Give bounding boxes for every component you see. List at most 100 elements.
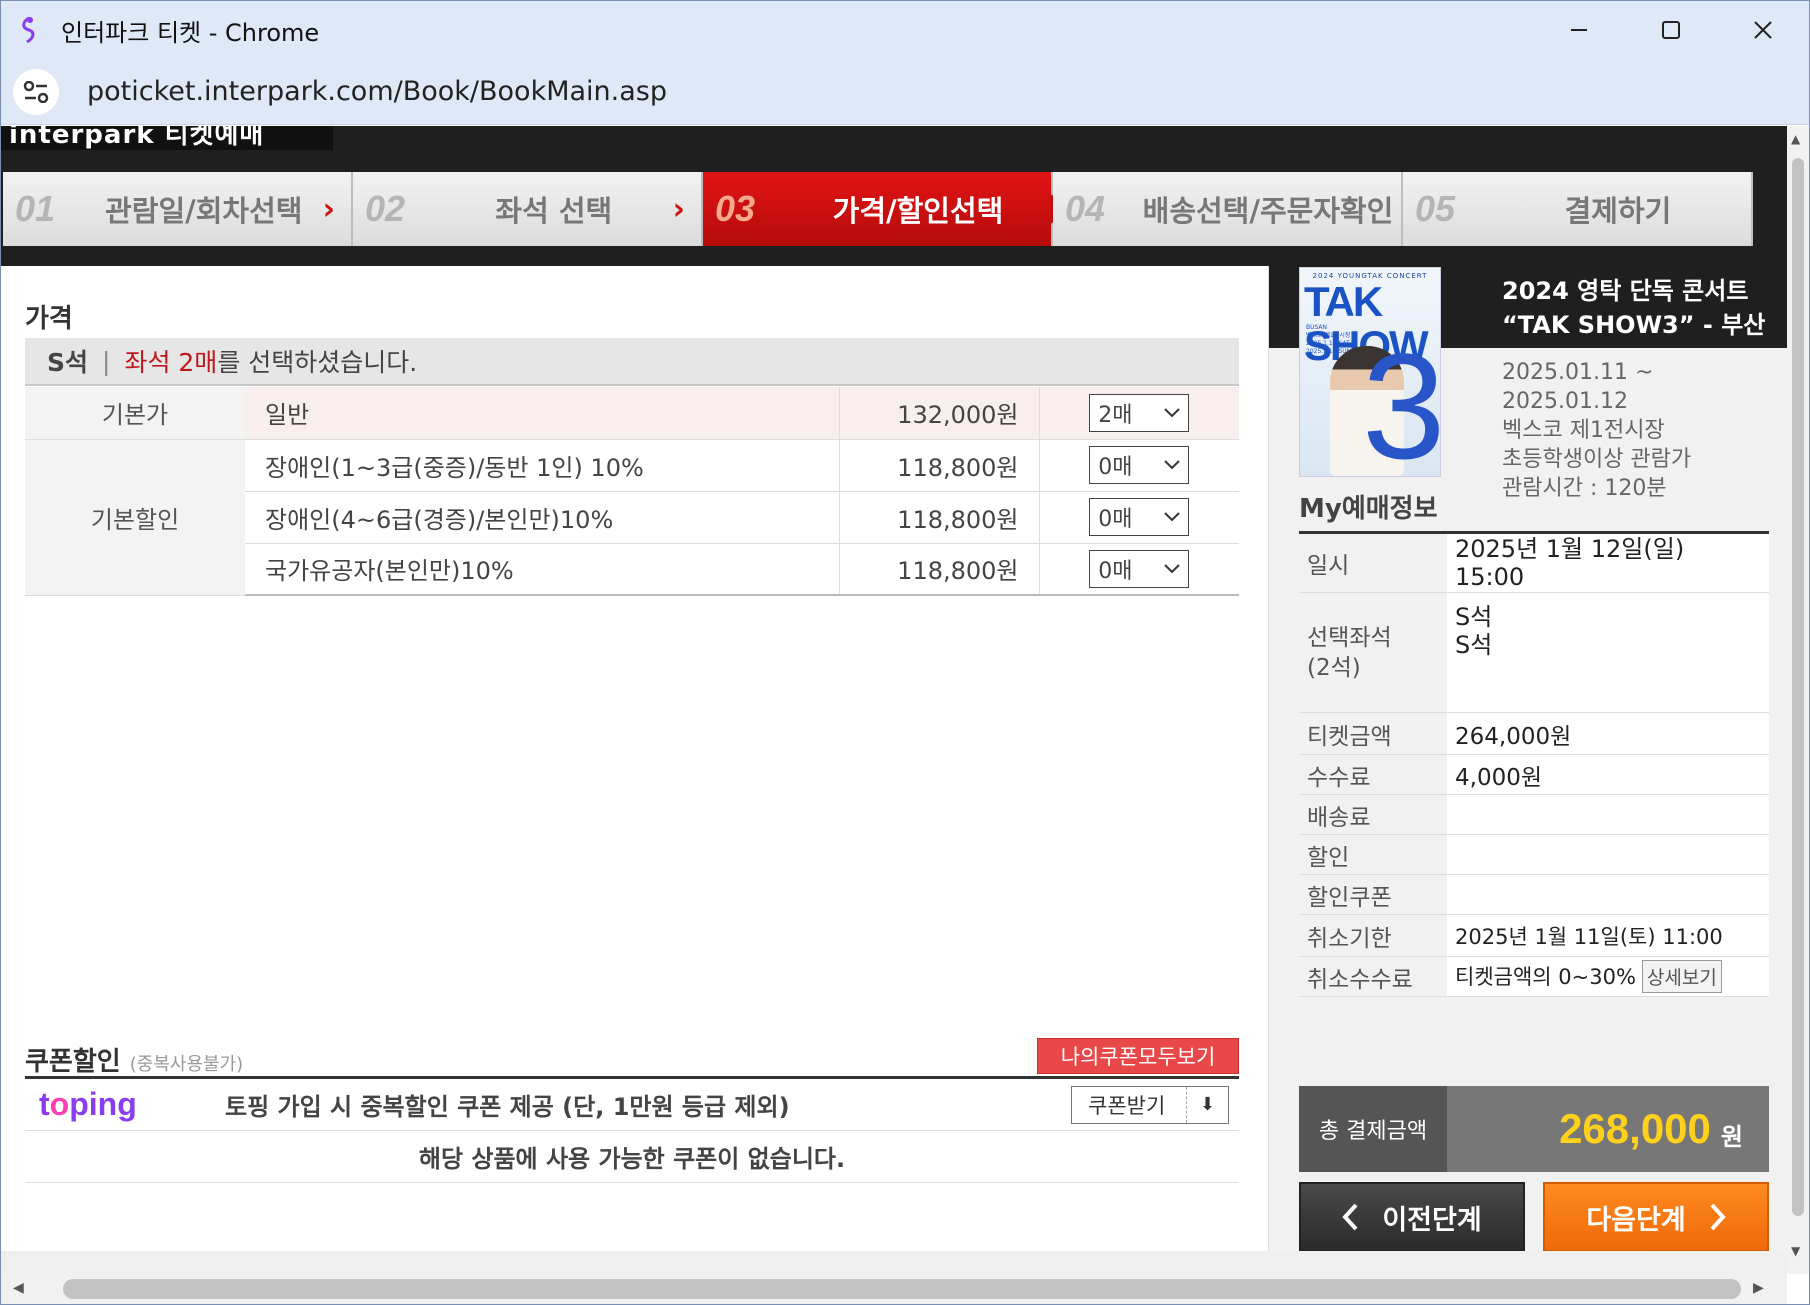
step-3-price[interactable]: 03 가격/할인선택 <box>703 172 1067 246</box>
scroll-down-icon[interactable]: ▼ <box>1791 1244 1800 1258</box>
datetime-label: 일시 <box>1299 532 1447 593</box>
total-amount: 268,000 <box>1559 1105 1711 1152</box>
url-text[interactable]: poticket.interpark.com/Book/BookMain.asp <box>87 76 667 107</box>
price-value: 118,800원 <box>838 491 1040 544</box>
table-row: 할인쿠폰 <box>1299 874 1769 915</box>
table-row: 기본가 일반 132,000원 2매 <box>25 387 1239 440</box>
step-1-date[interactable]: 01 관람일/회차선택 › <box>3 172 353 246</box>
chevron-down-icon <box>1164 460 1180 470</box>
get-coupon-button[interactable]: 쿠폰받기 ⬇ <box>1071 1085 1229 1124</box>
window-title: 인터파크 티켓 - Chrome <box>61 18 320 47</box>
vertical-scrollbar[interactable]: ▲ ▼ <box>1787 126 1809 1274</box>
datetime-value: 2025년 1월 12일(일) 15:00 <box>1447 532 1769 593</box>
booking-header: interpark 티켓예매 01 관람일/회차선택 › 02 좌석 선택 › … <box>1 126 1787 266</box>
datetime-time: 15:00 <box>1455 563 1525 591</box>
selected-count: 좌석 2매 <box>124 348 218 377</box>
list-item: toping 토핑 가입 시 중복할인 쿠폰 제공 (단, 1만원 등급 제외)… <box>25 1079 1239 1131</box>
ticket-amount-value: 264,000원 <box>1447 712 1769 755</box>
performance-info: 2025.01.11 ~ 2025.01.12 벡스코 제1전시장 초등학생이상… <box>1502 358 1691 503</box>
quantity-select[interactable]: 0매 <box>1089 446 1190 484</box>
performance-runtime: 관람시간 : 120분 <box>1502 476 1667 501</box>
performance-title: 2024 영탁 단독 콘서트 “TAK SHOW3” - 부산 <box>1502 274 1772 342</box>
my-booking-table: 일시 2025년 1월 12일(일) 15:00 선택좌석 (2석) S석 S석 티켓… <box>1299 531 1769 997</box>
chevron-right-icon: › <box>672 191 685 227</box>
list-item: 해당 상품에 사용 가능한 쿠폰이 없습니다. <box>25 1131 1239 1183</box>
datetime-date: 2025년 1월 12일(일) <box>1455 535 1685 563</box>
site-info-icon[interactable] <box>13 68 59 115</box>
step-5-payment[interactable]: 05 결제하기 <box>1403 172 1753 246</box>
detail-button[interactable]: 상세보기 <box>1641 960 1722 993</box>
page-bottom-gap <box>1 1251 1787 1274</box>
seat-label-line2: (2석) <box>1307 654 1361 681</box>
quantity-value: 2매 <box>1098 402 1133 428</box>
total-label: 총 결제금액 <box>1299 1086 1447 1172</box>
no-coupon-message: 해당 상품에 사용 가능한 쿠폰이 없습니다. <box>418 1145 846 1173</box>
step-label: 가격/할인선택 <box>832 194 1004 228</box>
discount-coupon-label: 할인쿠폰 <box>1299 874 1447 915</box>
interpark-logo: interpark 티켓예매 <box>1 126 333 150</box>
next-step-button[interactable]: 다음단계 <box>1543 1182 1769 1252</box>
seat-value-2: S석 <box>1455 631 1493 659</box>
chevron-left-icon <box>1342 1203 1358 1231</box>
delivery-fee-label: 배송료 <box>1299 794 1447 835</box>
table-row: 배송료 <box>1299 794 1769 835</box>
price-panel: 가격 S석 | 좌석 2매 를 선택하셨습니다. 기본가 일반 132,000원… <box>3 266 1269 1251</box>
performance-age: 초등학생이상 관람가 <box>1502 447 1692 472</box>
delivery-fee-value <box>1447 794 1769 835</box>
discount-value <box>1447 834 1769 875</box>
my-booking-title: My예매정보 <box>1299 494 1438 524</box>
price-name: 일반 <box>245 387 839 440</box>
next-step-label: 다음단계 <box>1586 1204 1686 1236</box>
seat-value: S석 S석 <box>1447 592 1769 713</box>
quantity-select[interactable]: 0매 <box>1089 498 1190 536</box>
toping-logo-rest: ping <box>69 1086 137 1122</box>
maximize-icon[interactable] <box>1625 1 1717 59</box>
chevron-right-icon: › <box>322 191 335 227</box>
cancel-fee-label: 취소수수료 <box>1299 956 1447 997</box>
address-bar: poticket.interpark.com/Book/BookMain.asp <box>1 59 1809 125</box>
toping-logo-t: t <box>39 1086 50 1122</box>
quantity-select[interactable]: 0매 <box>1089 549 1190 588</box>
download-icon: ⬇ <box>1186 1086 1228 1123</box>
toping-promo-text: 토핑 가입 시 중복할인 쿠폰 제공 (단, 1만원 등급 제외) <box>225 1093 790 1121</box>
divider: | <box>102 346 111 376</box>
seat-value-1: S석 <box>1455 603 1493 631</box>
step-number: 05 <box>1415 188 1456 229</box>
performance-poster: 2024 YOUNGTAK CONCERT TAK SHOW BUSAN 벡스코… <box>1299 267 1441 477</box>
coupon-title-text: 쿠폰할인 <box>25 1047 121 1077</box>
cancel-deadline-value: 2025년 1월 11일(토) 11:00 <box>1447 914 1769 957</box>
step-4-delivery[interactable]: 04 배송선택/주문자확인 <box>1053 172 1403 246</box>
step-label: 배송선택/주문자확인 <box>1142 194 1394 228</box>
ticket-amount-label: 티켓금액 <box>1299 712 1447 755</box>
total-unit: 원 <box>1720 1122 1743 1151</box>
step-navigation: 이전단계 다음단계 <box>1299 1182 1769 1252</box>
seat-grade: S석 <box>47 348 89 377</box>
step-label: 결제하기 <box>1564 194 1672 228</box>
quantity-select[interactable]: 2매 <box>1089 393 1190 432</box>
title-bar: 인터파크 티켓 - Chrome <box>1 1 1809 59</box>
performance-title-line2: “TAK SHOW3” - 부산 <box>1502 311 1766 339</box>
booking-summary-panel: 2024 YOUNGTAK CONCERT TAK SHOW BUSAN 벡스코… <box>1269 266 1787 1252</box>
total-payment: 총 결제금액 268,000 원 <box>1299 1086 1769 1172</box>
poster-small-text: BUSAN 벡스코 제1전시장 2025.1.11 SAT 2025.1.12 … <box>1306 324 1351 355</box>
step-number: 02 <box>365 188 406 229</box>
scroll-right-icon[interactable]: ▶ <box>1753 1280 1764 1296</box>
scroll-left-icon[interactable]: ◀ <box>13 1280 24 1296</box>
table-row: 할인 <box>1299 834 1769 875</box>
table-row: 취소기한 2025년 1월 11일(토) 11:00 <box>1299 914 1769 957</box>
poster-number: 3 <box>1362 322 1441 477</box>
horizontal-scroll-thumb[interactable] <box>63 1279 1741 1299</box>
previous-step-button[interactable]: 이전단계 <box>1299 1182 1525 1252</box>
get-coupon-label: 쿠폰받기 <box>1088 1093 1166 1118</box>
vertical-scroll-thumb[interactable] <box>1792 158 1804 1216</box>
close-icon[interactable] <box>1717 1 1809 59</box>
booking-steps: 01 관람일/회차선택 › 02 좌석 선택 › 03 가격/할인선택 04 배… <box>3 172 1755 246</box>
step-2-seat[interactable]: 02 좌석 선택 › <box>353 172 703 246</box>
all-coupons-button[interactable]: 나의쿠폰모두보기 <box>1037 1038 1239 1074</box>
scroll-up-icon[interactable]: ▲ <box>1791 132 1800 146</box>
price-name: 장애인(4~6급(경증)/본인만)10% <box>245 491 839 544</box>
horizontal-scrollbar[interactable]: ◀ ▶ <box>1 1274 1787 1304</box>
minimize-icon[interactable] <box>1533 1 1625 59</box>
performance-date-end: 2025.01.12 <box>1502 389 1628 414</box>
coupon-note: (중복사용불가) <box>129 1054 244 1075</box>
